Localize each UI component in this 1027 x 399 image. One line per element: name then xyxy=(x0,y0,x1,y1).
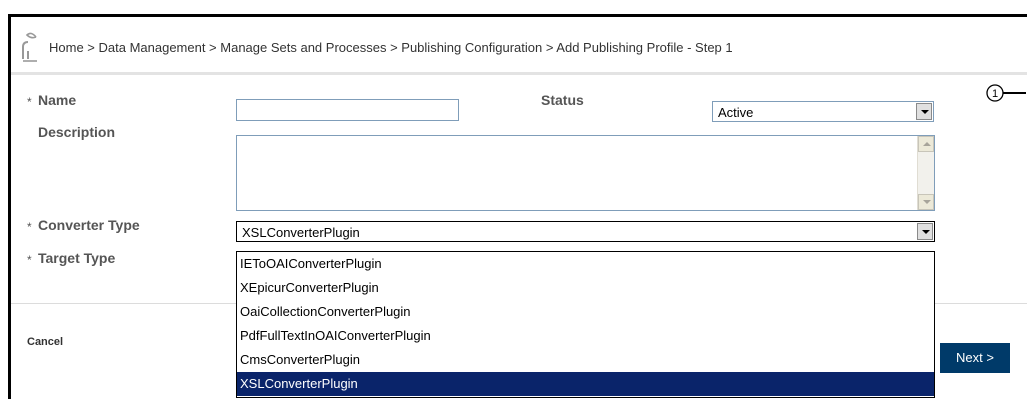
step-indicator-icon: 1 xyxy=(986,84,1026,102)
chevron-down-icon[interactable] xyxy=(917,223,933,240)
next-button[interactable]: Next > xyxy=(940,343,1010,373)
required-marker: * xyxy=(27,95,32,109)
description-scrollbar[interactable] xyxy=(917,136,934,210)
scroll-up-icon[interactable] xyxy=(918,136,934,152)
scroll-down-icon[interactable] xyxy=(918,194,934,210)
dropdown-option[interactable]: IEToOAIConverterPlugin xyxy=(237,252,934,276)
dropdown-option[interactable]: OaiCollectionConverterPlugin xyxy=(237,300,934,324)
target-type-label: Target Type xyxy=(38,250,116,266)
cancel-link[interactable]: Cancel xyxy=(27,336,63,348)
logo-icon xyxy=(22,32,37,62)
description-textarea[interactable] xyxy=(236,135,935,211)
dropdown-option[interactable]: XEpicurConverterPlugin xyxy=(237,276,934,300)
converter-type-select[interactable]: XSLConverterPlugin xyxy=(236,221,935,242)
converter-type-label: Converter Type xyxy=(38,217,140,233)
step-number: 1 xyxy=(992,88,998,100)
description-label: Description xyxy=(38,124,116,140)
application-frame: Home > Data Management > Manage Sets and… xyxy=(8,14,1027,399)
status-label: Status xyxy=(541,92,584,108)
status-select[interactable]: Active xyxy=(712,101,934,122)
dropdown-option[interactable]: PdfFullTextInOAIConverterPlugin xyxy=(237,324,934,348)
dropdown-option-selected[interactable]: XSLConverterPlugin xyxy=(237,372,934,396)
dropdown-option[interactable]: CmsConverterPlugin xyxy=(237,348,934,372)
converter-type-select-value: XSLConverterPlugin xyxy=(242,225,360,240)
name-input[interactable] xyxy=(236,99,459,121)
required-marker: * xyxy=(27,253,32,267)
breadcrumb: Home > Data Management > Manage Sets and… xyxy=(49,40,733,55)
chevron-down-icon[interactable] xyxy=(916,103,932,120)
converter-type-dropdown-list: IEToOAIConverterPlugin XEpicurConverterP… xyxy=(236,251,935,398)
page-header: Home > Data Management > Manage Sets and… xyxy=(11,17,1027,72)
name-label: Name xyxy=(38,92,77,108)
status-select-value: Active xyxy=(718,105,754,120)
header-divider xyxy=(11,72,1027,75)
required-marker: * xyxy=(27,220,32,234)
